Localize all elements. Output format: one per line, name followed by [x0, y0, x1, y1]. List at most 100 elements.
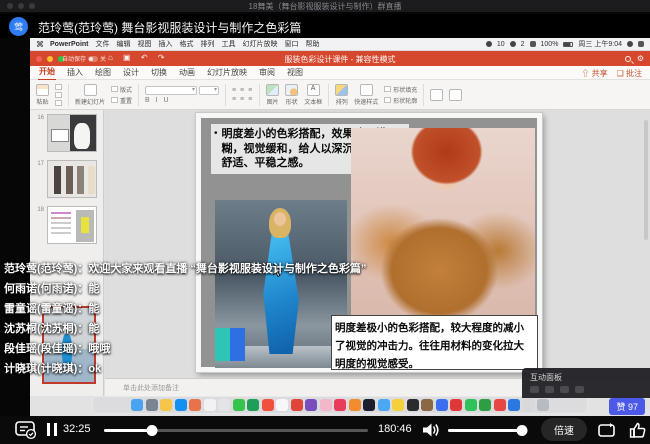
dock-icon[interactable]	[204, 399, 216, 411]
dock-icon[interactable]	[465, 399, 477, 411]
menubar-menu[interactable]: 工具	[222, 39, 236, 49]
volume-slider[interactable]	[448, 429, 522, 432]
dock-icon[interactable]	[218, 399, 230, 411]
ribbon-tab[interactable]: 审阅	[258, 66, 276, 80]
menubar-app-name[interactable]: PowerPoint	[50, 41, 89, 48]
menubar-menu[interactable]: 视图	[138, 39, 152, 49]
ribbon-tab[interactable]: 切换	[150, 66, 168, 80]
ribbon-tab[interactable]: 幻灯片放映	[206, 66, 248, 80]
dock-icon[interactable]	[494, 399, 506, 411]
dock-icon[interactable]	[421, 399, 433, 411]
ribbon-tab[interactable]: 设计	[122, 66, 140, 80]
dock-icon[interactable]	[508, 399, 520, 411]
menubar-menu[interactable]: 窗口	[285, 39, 299, 49]
control-center-icon[interactable]	[638, 41, 644, 47]
dock-icon[interactable]	[349, 399, 361, 411]
dock-icon[interactable]	[146, 399, 158, 411]
insert-picture-button[interactable]: 图片	[266, 84, 279, 106]
update-icon[interactable]	[510, 41, 516, 47]
ppt-search-icon[interactable]	[625, 56, 631, 62]
ribbon-tab[interactable]: 动画	[178, 66, 196, 80]
thumb-image[interactable]	[47, 114, 97, 152]
slide-thumbnail-17[interactable]: 17	[36, 160, 103, 198]
dock-icon[interactable]	[131, 399, 143, 411]
seek-bar[interactable]	[104, 429, 368, 432]
interaction-panel[interactable]: 互动面板	[522, 368, 650, 398]
ribbon-tab[interactable]: 绘图	[94, 66, 112, 80]
dock-icon[interactable]	[378, 399, 390, 411]
comments-button[interactable]: ❑ 批注	[617, 68, 642, 79]
volume-knob[interactable]	[517, 425, 528, 436]
ribbon-tab[interactable]: 插入	[66, 66, 84, 80]
dock-icon[interactable]	[233, 399, 245, 411]
dock-icon[interactable]	[363, 399, 375, 411]
streamer-avatar[interactable]: 莺	[9, 17, 28, 36]
dictate-button[interactable]	[430, 89, 443, 101]
dock-icon[interactable]	[189, 399, 201, 411]
new-slide-button[interactable]: 新建幻灯片	[75, 84, 105, 106]
dock-icon[interactable]	[407, 399, 419, 411]
menubar-menu[interactable]: 编辑	[117, 39, 131, 49]
font-name-select[interactable]	[145, 86, 197, 95]
bold-italic-underline-buttons[interactable]: B I U	[145, 97, 171, 104]
dock-icon[interactable]	[160, 399, 172, 411]
shape-format-buttons[interactable]: 形状填充 形状轮廓	[384, 85, 417, 105]
font-size-select[interactable]	[199, 86, 219, 95]
dock-icon[interactable]	[276, 399, 288, 411]
interaction-panel-items[interactable]	[530, 386, 642, 393]
dock-icon[interactable]	[175, 399, 187, 411]
display-icon[interactable]	[530, 41, 536, 47]
arrange-button[interactable]: 排列	[335, 84, 348, 106]
ribbon-tab[interactable]: 开始	[38, 65, 56, 81]
dock-icon[interactable]	[262, 399, 274, 411]
dock-icon[interactable]	[392, 399, 404, 411]
notification-icon[interactable]	[486, 41, 492, 47]
paragraph-group[interactable]: ≡ ≡ ≡ ≡ ≡ ≡	[232, 87, 253, 103]
danmaku-settings-icon[interactable]	[14, 419, 38, 441]
playback-speed-button[interactable]: 倍速	[541, 418, 587, 441]
dock-icon[interactable]	[291, 399, 303, 411]
dock-icon[interactable]	[436, 399, 448, 411]
menubar-menu[interactable]: 格式	[180, 39, 194, 49]
menubar-menu[interactable]: 帮助	[306, 39, 320, 49]
slide-scrollbar[interactable]	[644, 120, 648, 240]
dock-icon[interactable]	[450, 399, 462, 411]
dock-icon[interactable]	[479, 399, 491, 411]
share-button[interactable]: ⇧ 共享	[581, 68, 607, 79]
thumb-image[interactable]	[47, 206, 97, 244]
ribbon-tab[interactable]: 视图	[286, 66, 304, 80]
menubar-menu[interactable]: 文件	[96, 39, 110, 49]
align-buttons[interactable]: ≡ ≡ ≡	[232, 96, 253, 103]
paste-button[interactable]: 粘贴	[36, 84, 49, 106]
menubar-menu[interactable]: 排列	[201, 39, 215, 49]
menubar-menu[interactable]: 幻灯片放映	[243, 39, 278, 49]
dock-icon[interactable]	[523, 399, 535, 411]
apple-menu-icon[interactable]: ⌘	[36, 40, 44, 49]
dock-icon[interactable]	[320, 399, 332, 411]
list-buttons[interactable]: ≡ ≡ ≡	[232, 87, 253, 94]
dock-icon[interactable]	[247, 399, 259, 411]
screen: 18舞美（舞台影视服装设计与制作）群直播 莺 范玲莺(范玲莺) 舞台影视服装设计…	[0, 0, 650, 444]
font-group[interactable]: B I U	[145, 86, 219, 104]
designer-button[interactable]	[449, 89, 462, 101]
volume-icon[interactable]	[421, 421, 441, 439]
slide-thumbnail-16[interactable]: 16	[36, 114, 103, 152]
layout-buttons[interactable]: 版式 重置	[111, 85, 132, 105]
thumb-image[interactable]	[47, 160, 97, 198]
clipboard-mini-buttons[interactable]	[55, 84, 62, 106]
insert-shape-button[interactable]: 形状	[285, 84, 298, 106]
dock-icon[interactable]	[334, 399, 346, 411]
like-button-icon[interactable]	[628, 420, 648, 440]
menubar-clock[interactable]: 周三 上午9:04	[578, 39, 622, 49]
quick-style-button[interactable]: 快速样式	[354, 84, 378, 106]
seek-knob[interactable]	[146, 425, 157, 436]
dock-icon[interactable]	[305, 399, 317, 411]
rotate-fullscreen-icon[interactable]	[596, 420, 618, 440]
insert-textbox-button[interactable]: 文本框	[304, 84, 322, 106]
dock-icon[interactable]	[537, 399, 549, 411]
menubar-menu[interactable]: 插入	[159, 39, 173, 49]
ppt-settings-icon[interactable]: ⚙	[637, 54, 644, 63]
spotlight-icon[interactable]	[627, 41, 633, 47]
pause-button[interactable]	[47, 423, 57, 436]
slide-thumbnail-18[interactable]: 18	[36, 206, 103, 244]
